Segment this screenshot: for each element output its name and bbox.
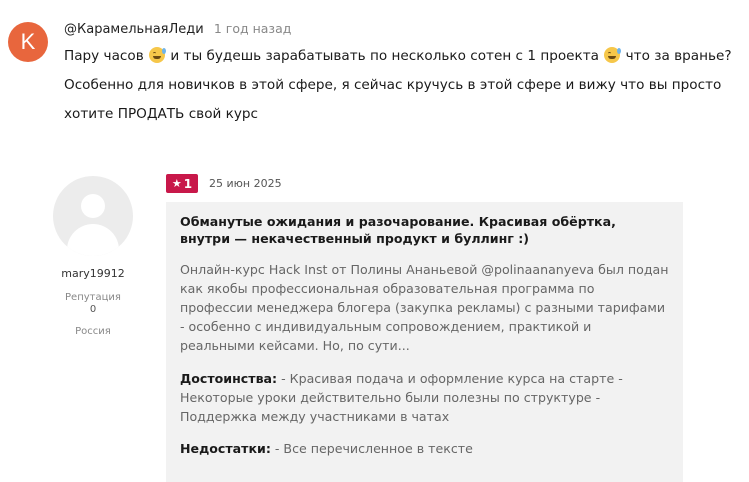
review-pros: Достоинства: - Красивая подача и оформле… [180, 369, 670, 426]
avatar-letter: K [20, 29, 36, 54]
comment-time[interactable]: 1 год назад [214, 21, 292, 36]
reviewer-avatar[interactable] [53, 176, 133, 256]
rating-badge: ★ 1 [166, 174, 198, 193]
comment-text-part1: Пару часов [64, 48, 144, 64]
comment-text: Пару часов и ты будешь зарабатывать по н… [64, 42, 744, 129]
comment-header: @КарамельнаяЛеди 1 год назад [64, 20, 291, 39]
grinning-sweat-emoji-icon [149, 47, 167, 63]
reviewer-country: Россия [75, 326, 111, 337]
reputation-value: 0 [89, 304, 97, 315]
cons-label: Недостатки: [180, 441, 271, 456]
review-cons: Недостатки: - Все перечисленное в тексте [180, 439, 670, 458]
review-body: Онлайн-курс Hack Inst от Полины Ананьево… [180, 262, 669, 353]
grinning-sweat-emoji-icon [604, 47, 622, 63]
commenter-avatar[interactable]: K [8, 22, 48, 62]
reputation-label: Репутация [65, 292, 121, 303]
comment-text-part2: и ты будешь зарабатывать по несколько со… [170, 48, 599, 64]
star-icon: ★ [171, 177, 182, 190]
cons-text: - Все перечисленное в тексте [270, 441, 473, 456]
review-date: 25 июн 2025 [209, 177, 282, 190]
pros-label: Достоинства: [180, 371, 278, 386]
review-title[interactable]: Обманутые ожидания и разочарование. Крас… [180, 213, 660, 247]
comment-author[interactable]: @КарамельнаяЛеди [64, 22, 204, 37]
rating-value: 1 [183, 176, 193, 191]
review-card[interactable]: Обманутые ожидания и разочарование. Крас… [166, 202, 683, 482]
reviewer-username[interactable]: mary19912 [53, 267, 133, 280]
user-placeholder-icon [81, 194, 105, 218]
